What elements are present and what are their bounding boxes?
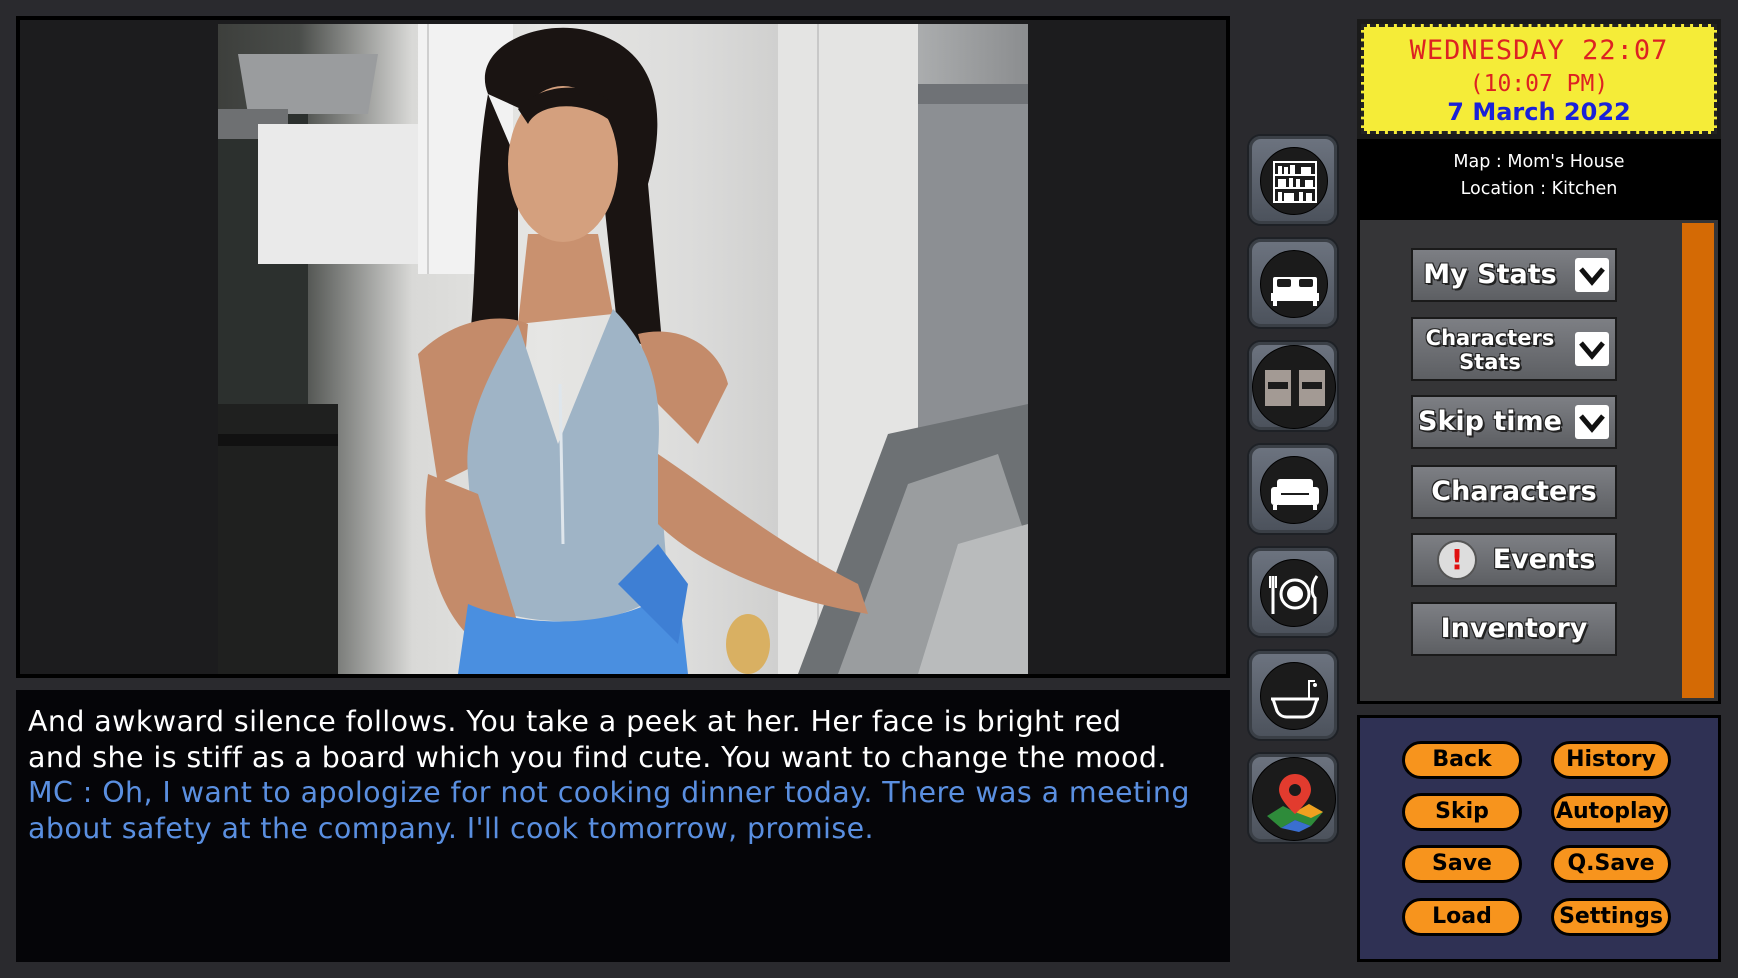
save-button[interactable]: Save [1402,845,1522,883]
clock-date: 7 March 2022 [1447,98,1631,126]
back-button[interactable]: Back [1402,741,1522,779]
scene-image [218,24,1028,674]
date-time-display: WEDNESDAY 22:07 (10:07 PM) 7 March 2022 [1361,24,1717,134]
inventory-label: Inventory [1440,613,1588,644]
characters-button[interactable]: Characters [1411,465,1617,519]
inventory-button[interactable]: Inventory [1411,602,1617,656]
menu-scrollbar[interactable] [1682,223,1714,698]
characters-stats-label-line1: Characters [1425,326,1555,350]
current-location: Location : Kitchen [1460,179,1618,199]
sofa-icon [1271,479,1319,510]
my-stats-button[interactable]: My Stats [1411,248,1617,302]
bookshelf-icon [1273,161,1317,203]
location-button-bedroom[interactable] [1247,237,1339,329]
current-map: Map : Mom's House [1453,152,1625,172]
dialogue-box[interactable]: And awkward silence follows. You take a … [16,690,1230,962]
bed-icon [1271,277,1319,306]
twin-beds-icon [1265,370,1325,406]
characters-stats-label-line2: Stats [1459,350,1521,374]
chevron-down-icon [1575,332,1609,366]
dining-plate-icon [1269,575,1319,614]
location-button-bathroom[interactable] [1247,649,1339,741]
settings-button[interactable]: Settings [1551,898,1671,936]
characters-label: Characters [1431,476,1597,507]
my-stats-label: My Stats [1423,259,1557,290]
skip-button[interactable]: Skip [1402,793,1522,831]
character-speech-text: MC : Oh, I want to apologize for not coo… [28,776,1190,845]
bathtub-icon [1270,680,1320,719]
location-button-living-room[interactable] [1247,443,1339,535]
events-button[interactable]: ! Events [1411,533,1617,587]
skip-time-label: Skip time [1418,406,1562,437]
scene-viewport[interactable] [16,16,1230,678]
chevron-down-icon [1575,258,1609,292]
alert-icon: ! [1437,540,1477,580]
clock-time-12h: (10:07 PM) [1469,71,1609,97]
autoplay-button[interactable]: Autoplay [1551,793,1671,831]
location-info: Map : Mom's House Location : Kitchen [1357,139,1721,217]
quick-save-button[interactable]: Q.Save [1551,845,1671,883]
map-button[interactable] [1247,752,1339,844]
skip-time-button[interactable]: Skip time [1411,395,1617,449]
location-button-dining[interactable] [1247,546,1339,638]
location-button-bookshelf[interactable] [1247,134,1339,226]
chevron-down-icon [1575,405,1609,439]
clock-day-time: WEDNESDAY 22:07 [1409,35,1669,66]
characters-stats-button[interactable]: Characters Stats [1411,317,1617,381]
load-button[interactable]: Load [1402,898,1522,936]
events-label: Events [1492,544,1596,575]
history-button[interactable]: History [1551,741,1671,779]
map-pin-icon [1267,774,1323,832]
narration-text: And awkward silence follows. You take a … [28,705,1167,774]
kitchen-scene-illustration [218,24,1028,674]
location-button-twin-bedroom[interactable] [1247,340,1339,432]
